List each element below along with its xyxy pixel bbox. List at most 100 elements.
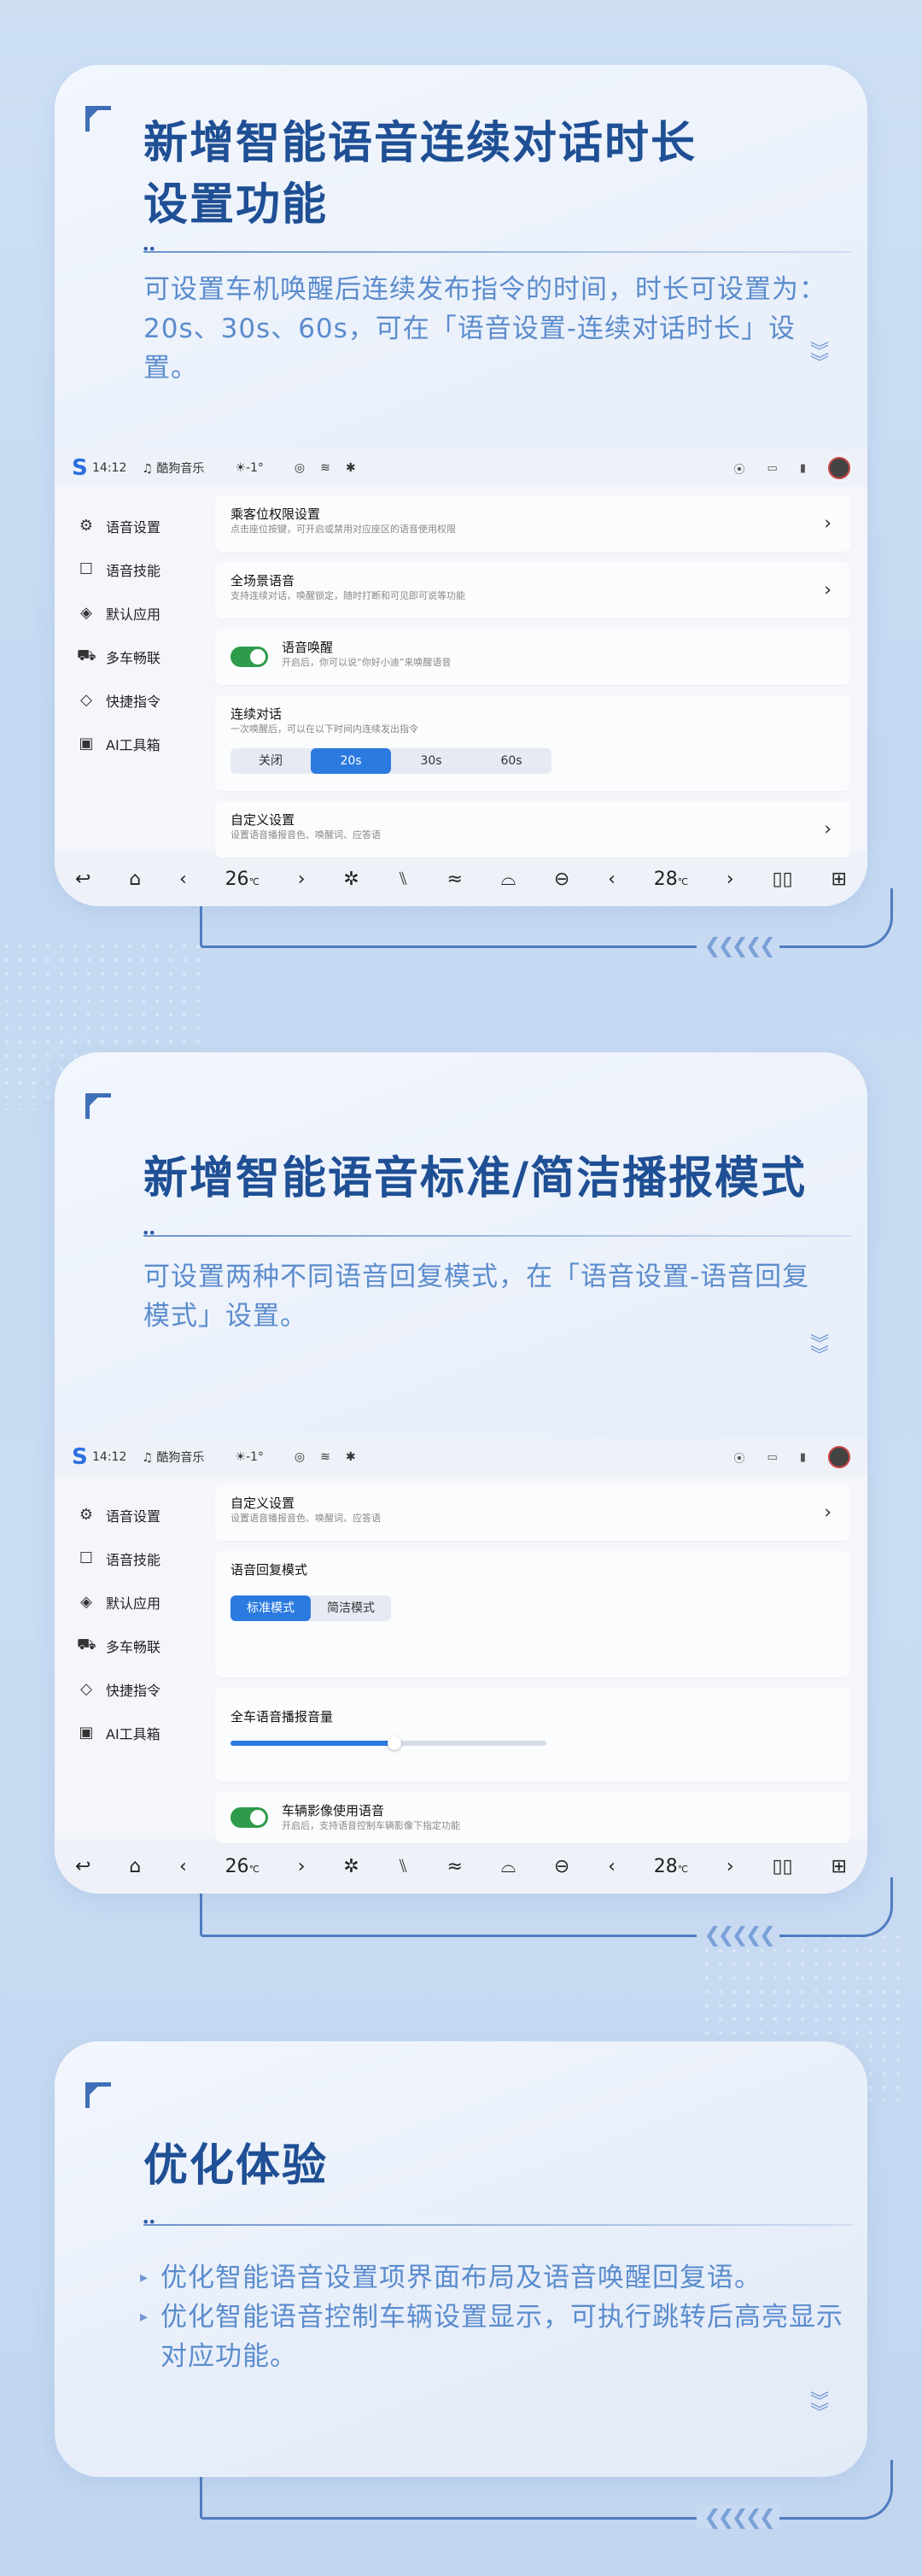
split-screen-icon[interactable]: ▯▯ (772, 869, 792, 890)
car-mode-icon[interactable]: ⊖ (554, 869, 569, 890)
wifi-icon: ≋ (320, 1450, 330, 1464)
sidebar-item-voice-skills[interactable]: ☐ 语音技能 (55, 547, 215, 591)
arrows-icon: ❮❮❮❮❮ (697, 1923, 779, 1947)
sidebar-item-default-apps[interactable]: ◈ 默认应用 (55, 1580, 215, 1624)
temp-down-icon[interactable]: ‹ (608, 869, 616, 890)
list-item[interactable]: 全场景语音 支持连续对话，唤醒锁定，随时打断和可见即可说等功能 › (215, 562, 850, 618)
slider-fill (230, 1741, 395, 1746)
sidebar-item-voice-settings[interactable]: ⚙ 语音设置 (55, 1493, 215, 1537)
screen-preview-2: S 14:12 ♫ 酷狗音乐 ☀-1° ◎ ≋ ✱ ⦿ ▭ ▮ ⚙ 语音设置 ☐ 语… (55, 1438, 867, 1894)
chevron-right-icon: › (824, 818, 832, 840)
sidebar-item-multi-car[interactable]: ⛟ 多车畅联 (55, 1624, 215, 1667)
back-icon[interactable]: ↩ (75, 869, 90, 890)
feature-title: 新增智能语音标准/简洁播报模式 (143, 1153, 807, 1204)
weather-widget[interactable]: ☀-1° (235, 461, 279, 475)
passenger-temp: 28℃ (653, 868, 689, 890)
wifi-icon: ≋ (320, 461, 330, 475)
gear-icon: ⚙ (79, 1506, 94, 1524)
temp-up-icon[interactable]: › (298, 869, 306, 890)
camera-voice-toggle[interactable] (230, 1807, 268, 1828)
defrost-icon[interactable]: ⌓ (501, 1856, 516, 1877)
improvement-list: 优化智能语音设置项界面布局及语音唤醒回复语。 优化智能语音控制车辆设置显示，可执… (140, 2258, 843, 2376)
voice-wake-toggle[interactable] (230, 647, 268, 667)
fan-icon[interactable]: ✲ (343, 1856, 359, 1877)
seat-heat-icon[interactable]: ≈ (447, 1856, 463, 1877)
list-item[interactable]: 乘客位权限设置 点击座位按键，可开启或禁用对应座区的语音使用权限 › (215, 495, 850, 552)
back-icon[interactable]: ↩ (75, 1856, 90, 1877)
car-mode-icon[interactable]: ⊖ (554, 1856, 569, 1877)
slider-handle[interactable] (388, 1736, 402, 1750)
option-off[interactable]: 关闭 (230, 748, 311, 774)
apps-grid-icon[interactable]: ⊞ (831, 869, 846, 890)
defrost-icon[interactable]: ⌓ (501, 869, 516, 890)
car-icon: ⛟ (77, 1635, 96, 1654)
driver-temp: 26℃ (225, 868, 260, 890)
sidebar-item-multi-car[interactable]: ⛟ 多车畅联 (55, 635, 215, 678)
chevron-right-icon: › (824, 1502, 832, 1524)
battery-icon: ▭ (767, 1450, 778, 1464)
sidebar-item-voice-settings[interactable]: ⚙ 语音设置 (55, 504, 215, 547)
settings-content: 乘客位权限设置 点击座位按键，可开启或禁用对应座区的语音使用权限 › 全场景语音… (215, 487, 867, 858)
option-30s[interactable]: 30s (391, 748, 471, 774)
weather-widget[interactable]: ☀-1° (235, 1450, 279, 1464)
sidebar-item-shortcuts[interactable]: ◇ 快捷指令 (55, 678, 215, 722)
avatar[interactable] (828, 1446, 850, 1468)
list-item: 语音回复模式 标准模式 简洁模式 (215, 1551, 850, 1677)
sidebar-item-ai-toolbox[interactable]: ▣ AI工具箱 (55, 722, 215, 765)
location-icon: ⦿ (733, 463, 745, 477)
sidebar-item-default-apps[interactable]: ◈ 默认应用 (55, 591, 215, 635)
chevron-down-icon: ︾ ︾ (809, 1334, 829, 1367)
settings-content: 自定义设置 设置语音播报音色、唤醒词、应答语 › 语音回复模式 标准模式 简洁模… (215, 1476, 867, 1843)
list-item[interactable]: 自定义设置 设置语音播报音色、唤醒词、应答语 › (215, 1484, 850, 1541)
avatar[interactable] (828, 457, 850, 479)
app-logo-icon: S (72, 455, 88, 481)
clock: 14:12 (92, 461, 127, 475)
temp-up-icon[interactable]: › (727, 1856, 734, 1877)
temp-up-icon[interactable]: › (298, 1856, 306, 1877)
sidebar-item-shortcuts[interactable]: ◇ 快捷指令 (55, 1667, 215, 1711)
screen-preview-1: S 14:12 ♫ 酷狗音乐 ☀-1° ◎ ≋ ✱ ⦿ ▭ ▮ ⚙ 语音设置 ☐ 语… (55, 449, 867, 906)
split-screen-icon[interactable]: ▯▯ (772, 1856, 792, 1877)
sidebar-item-voice-skills[interactable]: ☐ 语音技能 (55, 1537, 215, 1580)
music-widget[interactable]: ♫ 酷狗音乐 (142, 460, 219, 477)
volume-slider[interactable] (230, 1736, 546, 1750)
layers-icon: ◈ (80, 1593, 92, 1611)
seat-heat-icon[interactable]: ≈ (447, 869, 463, 890)
gear-icon: ⚙ (79, 517, 94, 535)
apps-grid-icon[interactable]: ⊞ (831, 1856, 846, 1877)
option-60s[interactable]: 60s (471, 748, 551, 774)
fan-icon[interactable]: ✲ (343, 869, 359, 890)
car-icon: ⛟ (77, 646, 96, 664)
signal-icon: ◎ (294, 1450, 306, 1464)
feature-description: 可设置两种不同语音回复模式，在「语音设置-语音回复模式」设置。 (143, 1262, 810, 1332)
toolbox-icon: ▣ (79, 735, 94, 752)
status-bar: S 14:12 ♫ 酷狗音乐 ☀-1° ◎ ≋ ✱ ⦿ ▭ ▮ (55, 449, 867, 487)
option-standard-mode[interactable]: 标准模式 (230, 1595, 311, 1621)
feature-description: 可设置车机唤醒后连续发布指令的时间，时长可设置为：20s、30s、60s，可在「… (143, 274, 826, 383)
duration-segmented-control: 关闭 20s 30s 60s (230, 748, 551, 774)
home-icon[interactable]: ⌂ (129, 869, 141, 890)
music-widget[interactable]: ♫ 酷狗音乐 (142, 1449, 219, 1466)
bottom-dock: ↩ ⌂ ‹ 26℃ › ✲ ⑊ ≈ ⌓ ⊖ ‹ 28℃ › ▯▯ ⊞ (55, 852, 867, 906)
temp-down-icon[interactable]: ‹ (179, 1856, 187, 1877)
home-icon[interactable]: ⌂ (129, 1856, 141, 1877)
temp-up-icon[interactable]: › (727, 869, 734, 890)
cell-signal-icon: ▮ (799, 1450, 806, 1464)
corner-mark-icon (85, 106, 111, 132)
temp-down-icon[interactable]: ‹ (608, 1856, 616, 1877)
reply-mode-segmented-control: 标准模式 简洁模式 (230, 1595, 391, 1621)
list-item: 全车语音播报音量 (215, 1688, 850, 1782)
feature-card-1: 新增智能语音连续对话时长设置功能 可设置车机唤醒后连续发布指令的时间，时长可设置… (55, 65, 867, 906)
seat-icon[interactable]: ⑊ (398, 1856, 409, 1877)
sidebar-item-ai-toolbox[interactable]: ▣ AI工具箱 (55, 1711, 215, 1754)
option-20s[interactable]: 20s (311, 748, 391, 774)
option-concise-mode[interactable]: 简洁模式 (311, 1595, 391, 1621)
app-logo-icon: S (72, 1444, 88, 1470)
seat-icon[interactable]: ⑊ (398, 869, 409, 890)
temp-down-icon[interactable]: ‹ (179, 869, 187, 890)
stack-icon: ◇ (80, 691, 92, 709)
settings-sidebar: ⚙ 语音设置 ☐ 语音技能 ◈ 默认应用 ⛟ 多车畅联 ◇ 快捷指令 ▣ AI工具箱 (55, 1476, 215, 1839)
layers-icon: ◈ (80, 604, 92, 622)
list-item[interactable]: 自定义设置 设置语音播报音色、唤醒词、应答语 › (215, 801, 850, 858)
arrows-icon: ❮❮❮❮❮ (697, 2505, 779, 2529)
